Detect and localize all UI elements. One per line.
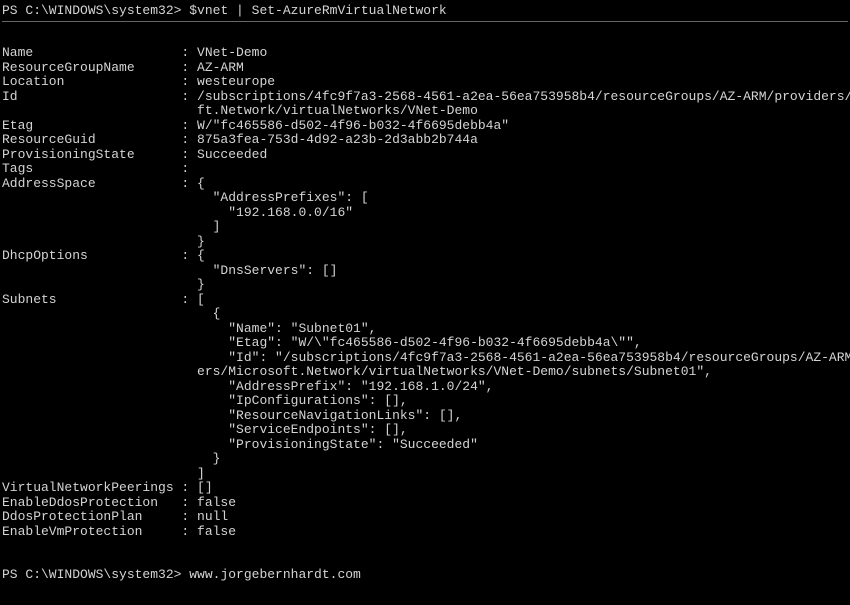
output-line: Name : VNet-Demo [2,45,267,60]
output-line: ers/Microsoft.Network/virtualNetworks/VN… [2,364,712,379]
output-line: ft.Network/virtualNetworks/VNet-Demo [2,103,478,118]
output-line: DhcpOptions : { [2,248,205,263]
output-line: "ResourceNavigationLinks": [], [2,408,462,423]
output-line: DdosProtectionPlan : null [2,509,228,524]
output-line: ProvisioningState : Succeeded [2,147,267,162]
output-line: "ServiceEndpoints": [], [2,422,408,437]
output-line: ResourceGroupName : AZ-ARM [2,60,244,75]
output-line: "AddressPrefix": "192.168.1.0/24", [2,379,493,394]
output-line: "ProvisioningState": "Succeeded" [2,437,478,452]
output-line: EnableDdosProtection : false [2,495,236,510]
separator [2,21,848,22]
output-line: } [2,234,205,249]
output-line: ] [2,219,220,234]
output-line: "DnsServers": [] [2,263,337,278]
prompt-line-2: PS C:\WINDOWS\system32> www.jorgebernhar… [2,568,848,583]
output-line: } [2,277,205,292]
prompt-path: PS C:\WINDOWS\system32> [2,3,189,18]
output-line: "Name": "Subnet01", [2,321,376,336]
output-line: Etag : W/"fc465586-d502-4f96-b032-4f6695… [2,118,509,133]
output-line: "Etag": "W/\"fc465586-d502-4f96-b032-4f6… [2,335,642,350]
output-line: "IpConfigurations": [], [2,393,408,408]
output-line: AddressSpace : { [2,176,205,191]
output-line: Location : westeurope [2,74,275,89]
output-line: } [2,451,220,466]
prompt-line-1: PS C:\WINDOWS\system32> $vnet | Set-Azur… [2,4,848,19]
output-line: ResourceGuid : 875a3fea-753d-4d92-a23b-2… [2,132,478,147]
output-line: "AddressPrefixes": [ [2,190,369,205]
output-line: Tags : [2,161,189,176]
output-line: Id : /subscriptions/4fc9f7a3-2568-4561-a… [2,89,850,104]
output-line: ] [2,466,205,481]
terminal-window[interactable]: PS C:\WINDOWS\system32> $vnet | Set-Azur… [0,0,850,605]
output-line: "192.168.0.0/16" [2,205,353,220]
prompt-path: PS C:\WINDOWS\system32> [2,567,189,582]
output-line: VirtualNetworkPeerings : [] [2,480,213,495]
command-input: $vnet | Set-AzureRmVirtualNetwork [189,3,446,18]
output-line: Subnets : [ [2,292,205,307]
output-line: { [2,306,220,321]
output-line: EnableVmProtection : false [2,524,236,539]
command-input: www.jorgebernhardt.com [189,567,361,582]
output-line: "Id": "/subscriptions/4fc9f7a3-2568-4561… [2,350,850,365]
